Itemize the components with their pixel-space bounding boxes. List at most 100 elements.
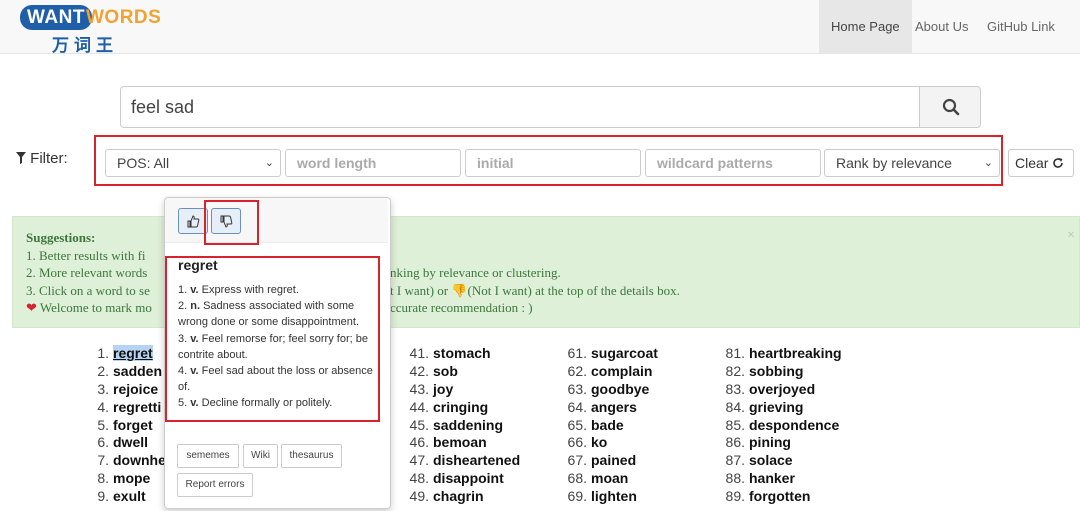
result-word[interactable]: downhe: [113, 452, 166, 468]
result-word[interactable]: sobbing: [749, 363, 803, 379]
result-rank: 48.: [409, 470, 429, 487]
result-item[interactable]: 68. moan: [560, 470, 658, 488]
result-item[interactable]: 5. forget: [82, 417, 166, 435]
result-word[interactable]: sob: [433, 363, 458, 379]
result-word[interactable]: pained: [591, 452, 636, 468]
result-word[interactable]: dwell: [113, 434, 148, 450]
filter-label: Filter:: [16, 150, 68, 167]
result-word[interactable]: bemoan: [433, 434, 487, 450]
result-item[interactable]: 84. grieving: [718, 399, 842, 417]
nav-about-us[interactable]: About Us: [903, 0, 980, 53]
result-item[interactable]: 4. regretti: [82, 399, 166, 417]
result-word[interactable]: overjoyed: [749, 381, 815, 397]
result-item[interactable]: 66. ko: [560, 434, 658, 452]
result-word[interactable]: cringing: [433, 399, 488, 415]
nav-github-link[interactable]: GitHub Link: [975, 0, 1067, 53]
result-item[interactable]: 2. sadden: [82, 363, 166, 381]
result-word[interactable]: joy: [433, 381, 453, 397]
result-word[interactable]: complain: [591, 363, 652, 379]
result-rank: 41.: [409, 345, 429, 361]
close-icon[interactable]: ×: [1067, 227, 1075, 245]
result-item[interactable]: 42. sob: [402, 363, 520, 381]
result-item[interactable]: 85. despondence: [718, 417, 842, 435]
result-word[interactable]: heartbreaking: [749, 345, 842, 361]
result-item[interactable]: 88. hanker: [718, 470, 842, 488]
initial-input[interactable]: initial: [465, 149, 641, 177]
result-item[interactable]: 69. lighten: [560, 488, 658, 506]
result-item[interactable]: 1. regret: [82, 345, 166, 363]
word-length-input[interactable]: word length: [285, 149, 461, 177]
result-item[interactable]: 46. bemoan: [402, 434, 520, 452]
result-item[interactable]: 87. solace: [718, 452, 842, 470]
result-item[interactable]: 64. angers: [560, 399, 658, 417]
result-word[interactable]: angers: [591, 399, 637, 415]
result-item[interactable]: 7. downhe: [82, 452, 166, 470]
search-button[interactable]: [919, 86, 981, 128]
report-errors-button[interactable]: Report errors: [177, 473, 253, 497]
wiki-button[interactable]: Wiki: [243, 444, 278, 468]
result-item[interactable]: 48. disappoint: [402, 470, 520, 488]
refresh-icon: [1053, 158, 1064, 168]
result-item[interactable]: 81. heartbreaking: [718, 345, 842, 363]
result-word[interactable]: regret: [113, 345, 153, 361]
result-item[interactable]: 6. dwell: [82, 434, 166, 452]
result-item[interactable]: 83. overjoyed: [718, 381, 842, 399]
result-word[interactable]: sadden: [113, 363, 162, 379]
result-item[interactable]: 67. pained: [560, 452, 658, 470]
result-word[interactable]: disheartened: [433, 452, 520, 468]
result-item[interactable]: 82. sobbing: [718, 363, 842, 381]
result-rank: 6.: [97, 434, 109, 451]
rank-select[interactable]: Rank by relevance ⌄: [824, 149, 1000, 177]
result-word[interactable]: disappoint: [433, 470, 504, 486]
result-item[interactable]: 63. goodbye: [560, 381, 658, 399]
result-item[interactable]: 61. sugarcoat: [560, 345, 658, 363]
nav-home-page[interactable]: Home Page: [819, 0, 912, 53]
wildcard-patterns-input[interactable]: wildcard patterns: [645, 149, 821, 177]
result-word[interactable]: lighten: [591, 488, 637, 504]
result-item[interactable]: 9. exult: [82, 488, 166, 506]
result-item[interactable]: 47. disheartened: [402, 452, 521, 470]
result-item[interactable]: 86. pining: [718, 434, 842, 452]
result-word[interactable]: ko: [591, 434, 607, 450]
result-item[interactable]: 65. bade: [560, 417, 658, 435]
result-word[interactable]: goodbye: [591, 381, 649, 397]
result-word[interactable]: rejoice: [113, 381, 158, 397]
thesaurus-button[interactable]: thesaurus: [281, 444, 342, 468]
result-word[interactable]: moan: [591, 470, 628, 486]
result-item[interactable]: 3. rejoice: [82, 381, 166, 399]
result-item[interactable]: 43. joy: [402, 381, 520, 399]
clear-button[interactable]: Clear: [1008, 149, 1074, 177]
result-word[interactable]: despondence: [749, 417, 839, 433]
result-word[interactable]: sugarcoat: [591, 345, 658, 361]
result-word[interactable]: grieving: [749, 399, 803, 415]
logo[interactable]: WANT WORDS 万词王: [20, 4, 161, 56]
result-item[interactable]: 45. saddening: [402, 417, 520, 435]
result-word[interactable]: forget: [113, 417, 153, 433]
result-word[interactable]: forgotten: [749, 488, 810, 504]
result-word[interactable]: hanker: [749, 470, 795, 486]
result-word[interactable]: chagrin: [433, 488, 484, 504]
result-item[interactable]: 44. cringing: [402, 399, 520, 417]
result-word[interactable]: mope: [113, 470, 150, 486]
result-item[interactable]: 89. forgotten: [718, 488, 842, 506]
search-input[interactable]: feel sad: [120, 86, 920, 128]
result-word[interactable]: pining: [749, 434, 791, 450]
result-word[interactable]: exult: [113, 488, 146, 504]
result-item[interactable]: 41. stomach: [402, 345, 520, 363]
result-word[interactable]: regretti: [113, 399, 161, 415]
result-word[interactable]: stomach: [433, 345, 491, 361]
definitions-highlight-box: [165, 256, 380, 422]
results-column-5: 81. heartbreaking 82. sobbing 83. overjoyed 84…: [718, 345, 842, 506]
result-item[interactable]: 49. chagrin: [402, 488, 520, 506]
result-word[interactable]: solace: [749, 452, 793, 468]
result-item[interactable]: 62. complain: [560, 363, 658, 381]
result-rank: 85.: [725, 416, 745, 433]
result-word[interactable]: saddening: [433, 417, 503, 433]
sememes-button[interactable]: sememes: [177, 444, 239, 468]
result-word[interactable]: bade: [591, 417, 624, 433]
result-rank: 47.: [409, 452, 429, 469]
pos-select[interactable]: POS: All ⌄: [105, 149, 281, 177]
popover-header: [165, 198, 388, 243]
clear-button-label: Clear: [1015, 155, 1049, 171]
result-item[interactable]: 8. mope: [82, 470, 166, 488]
